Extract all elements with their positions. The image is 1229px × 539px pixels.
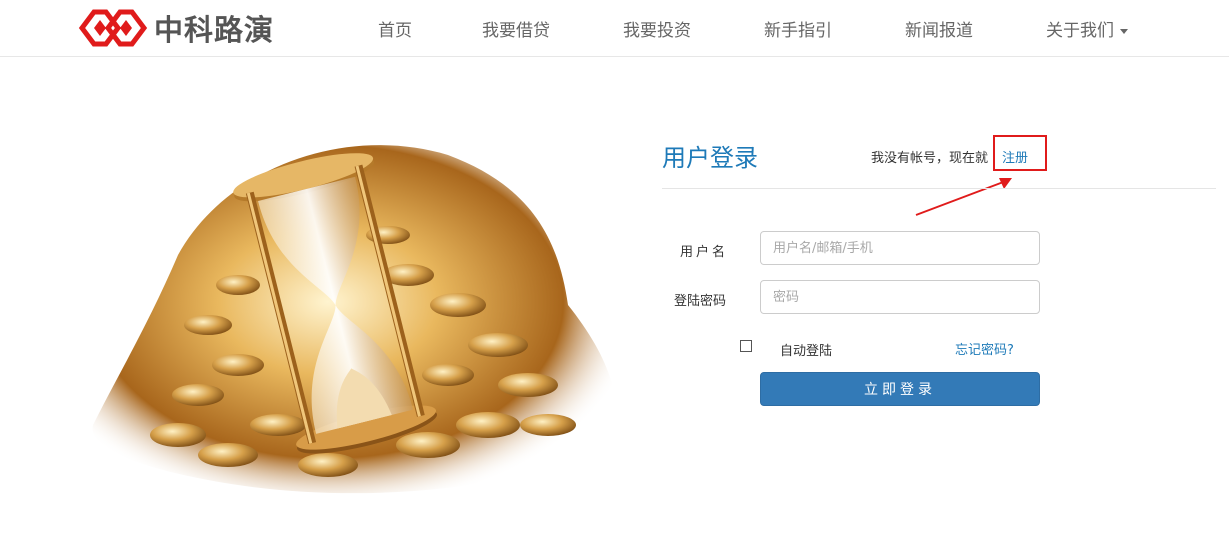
hero-image	[88, 125, 628, 505]
auto-login-label: 自动登陆	[780, 344, 833, 359]
login-divider	[662, 188, 1216, 189]
password-input[interactable]	[760, 280, 1040, 314]
auto-login-checkbox[interactable]	[740, 340, 752, 352]
forgot-password-link[interactable]: 忘记密码?	[955, 339, 1014, 358]
caret-down-icon	[1120, 28, 1128, 34]
hourglass-coins-image	[92, 145, 616, 494]
brand-name: 中科路演	[154, 13, 275, 47]
nav-borrow[interactable]: 我要借贷	[482, 16, 550, 41]
login-title: 用户登录	[662, 144, 758, 172]
nav-news[interactable]: 新闻报道	[905, 16, 973, 41]
brand-logo[interactable]: 中科路演	[78, 8, 274, 48]
login-submit-button[interactable]: 立即登录	[760, 372, 1040, 406]
annotation-arrow-icon	[915, 178, 1012, 216]
logo-icon	[78, 9, 148, 47]
nav-invest[interactable]: 我要投资	[623, 16, 691, 41]
password-label: 登陆密码	[674, 294, 727, 309]
nav-home[interactable]: 首页	[378, 16, 412, 41]
nav-guide[interactable]: 新手指引	[764, 16, 832, 41]
navbar: 中科路演 首页 我要借贷 我要投资 新手指引 新闻报道 关于我们	[0, 0, 1229, 57]
nav-about-dropdown[interactable]: 关于我们	[1046, 16, 1128, 41]
register-prompt: 我没有帐号，现在就	[871, 151, 989, 166]
username-label: 用户名	[680, 245, 729, 260]
nav-about-label: 关于我们	[1046, 21, 1114, 41]
username-input[interactable]	[760, 231, 1040, 265]
